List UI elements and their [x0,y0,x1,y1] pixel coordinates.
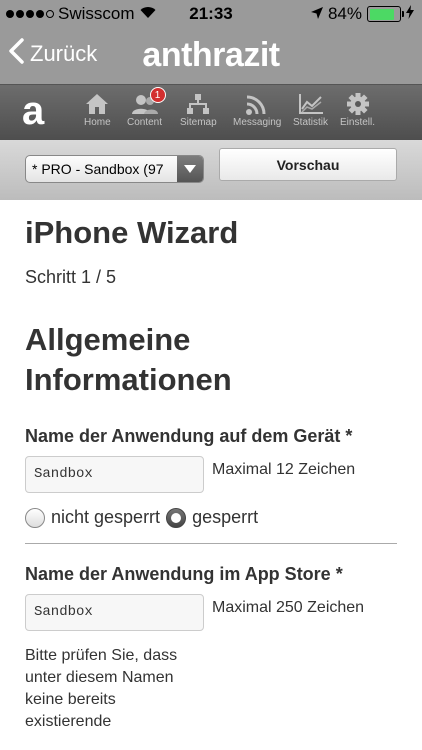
project-select-value: * PRO - Sandbox (97 [32,161,164,177]
charging-icon [406,4,414,24]
step-indicator: Schritt 1 / 5 [25,267,117,287]
broadcast-icon [244,93,270,115]
appstore-name-row: Sandbox Maximal 250 Zeichen [25,594,397,631]
radio-gesperrt[interactable] [166,507,187,528]
chevron-down-icon [177,156,203,182]
status-bar: Swisscom 21:33 84% [0,0,422,28]
radio-label-gesperrt[interactable]: gesperrt [192,507,258,528]
toolbar-item-home[interactable]: Home [84,93,111,128]
toolbar-label: Home [84,117,111,128]
preview-button[interactable]: Vorschau [219,148,397,181]
radio-label-nicht-gesperrt[interactable]: nicht gesperrt [51,507,160,528]
appstore-name-input[interactable]: Sandbox [25,594,204,631]
chart-icon [298,93,324,115]
divider [25,543,397,544]
battery-percent: 84% [327,4,362,23]
toolbar-item-sitemap[interactable]: Sitemap [180,93,217,128]
wizard-content: iPhone Wizard Schritt 1 / 5 Allgemeine I… [25,200,397,733]
device-name-row: Sandbox Maximal 12 Zeichen [25,456,397,493]
home-icon [84,93,110,115]
toolbar-label: Content [127,117,163,128]
toolbar-label: Statistik [293,117,329,128]
users-icon: 1 [131,87,166,115]
project-select[interactable]: * PRO - Sandbox (97 [25,155,204,183]
navigation-bar: Zurück anthrazit [0,28,422,84]
toolbar-label: Einstell. [340,117,376,128]
gear-icon [345,93,371,115]
toolbar-item-messaging[interactable]: Messaging [233,93,281,128]
app-logo[interactable]: a [22,89,44,134]
appstore-name-help: Bitte prüfen Sie, dass unter diesem Name… [25,647,178,730]
device-name-input[interactable]: Sandbox [25,456,204,493]
main-toolbar: a Home 1 Content Sitemap Messaging Stati… [0,84,422,140]
page-title: iPhone Wizard [25,215,239,250]
section-title: Allgemeine Informationen [25,322,232,397]
project-bar: * PRO - Sandbox (97 Vorschau [0,140,422,200]
lock-radio-group: nicht gesperrt gesperrt [25,507,397,528]
toolbar-label: Messaging [233,117,282,128]
toolbar-item-statistik[interactable]: Statistik [293,93,328,128]
sitemap-icon [185,93,211,115]
toolbar-label: Sitemap [180,117,217,128]
toolbar-item-einstellungen[interactable]: Einstell. [340,93,375,128]
notification-badge: 1 [149,87,166,103]
battery-icon [367,6,404,22]
app-title: anthrazit [142,36,280,74]
radio-nicht-gesperrt[interactable] [25,507,45,528]
device-name-label: Name der Anwendung auf dem Gerät * [25,426,353,446]
toolbar-item-content[interactable]: 1 Content [127,87,166,128]
location-arrow-icon [310,4,323,24]
status-right: 84% [310,4,414,24]
device-name-hint: Maximal 12 Zeichen [212,461,356,478]
appstore-name-hint: Maximal 250 Zeichen [212,599,365,616]
appstore-name-label: Name der Anwendung im App Store * [25,564,343,584]
